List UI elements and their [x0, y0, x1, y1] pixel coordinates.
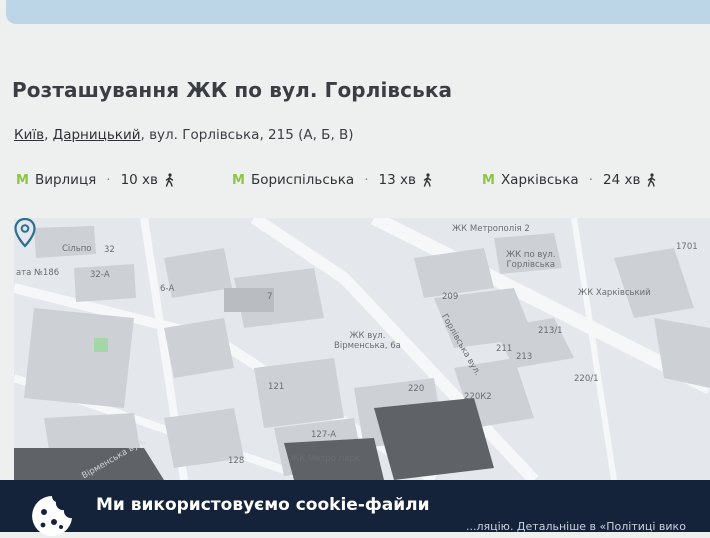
separator-dot: ·	[588, 172, 593, 188]
map-label: 1701	[676, 242, 698, 252]
district-link[interactable]: Дарницький	[53, 127, 141, 143]
cookie-title: Ми використовуємо cookie-файли	[96, 495, 430, 515]
cookie-icon	[32, 496, 72, 536]
map-label: 121	[268, 382, 285, 392]
city-link[interactable]: Київ	[14, 127, 44, 143]
map-label: ата №186	[16, 268, 60, 278]
metro-icon: M	[16, 172, 29, 188]
map-label: 32	[104, 245, 115, 255]
walking-person-icon	[423, 173, 432, 187]
metro-station-kharkivska: M Харківська · 24 хв	[482, 172, 656, 188]
metro-icon: M	[482, 172, 495, 188]
address-separator: ,	[44, 127, 53, 143]
metro-icon: M	[232, 172, 245, 188]
map-label: 213/1	[538, 326, 563, 336]
separator-dot: ·	[364, 172, 369, 188]
map-label: ЖК Метрополія 2	[452, 224, 530, 234]
metro-walk-time: 24 хв	[603, 172, 641, 188]
metro-walk-time: 13 хв	[378, 172, 416, 188]
map-label: ЖК по вул. Горлівська	[506, 250, 556, 270]
map-label: ЖК вул. Вірменська, 6а	[334, 331, 401, 351]
map-label: 220/1	[574, 374, 599, 384]
map-label: 6-А	[160, 284, 175, 294]
map-label: 7	[267, 292, 273, 302]
map-label: 127-А	[311, 430, 337, 440]
separator-dot: ·	[106, 172, 111, 188]
walking-person-icon	[165, 173, 174, 187]
metro-station-name: Харківська	[500, 172, 579, 188]
map-label-silpo: Сільпо	[62, 244, 92, 254]
cookie-policy-link[interactable]: ...ляцію. Детальніше в «Політиці вико	[466, 520, 686, 533]
metro-walk-time: 10 хв	[120, 172, 158, 188]
map-label: ЖК Харківський	[578, 288, 651, 298]
map-label: 213	[516, 352, 533, 362]
walking-person-icon	[648, 173, 656, 187]
map-label: ЖК Метро парк	[290, 454, 361, 464]
map-label: 32-А	[90, 270, 110, 280]
address-line: Київ, Дарницький, вул. Горлівська, 215 (…	[14, 127, 354, 143]
location-pin-icon[interactable]	[14, 218, 36, 248]
location-map[interactable]: Сільпо 32 32-А ата №186 6-А 7 ЖК Метропо…	[14, 218, 710, 480]
metro-station-name: Бориспільська	[250, 172, 355, 188]
metro-station-boryspilska: M Бориспільська · 13 хв	[232, 172, 432, 188]
map-label: 220	[408, 384, 425, 394]
map-label: 211	[496, 344, 513, 354]
metro-station-name: Вирлиця	[34, 172, 97, 188]
map-label: 209	[442, 292, 459, 302]
map-label: 128	[228, 456, 245, 466]
map-label: 220К2	[464, 392, 492, 402]
top-banner	[6, 0, 710, 24]
metro-station-vyrlytsia: M Вирлиця · 10 хв	[16, 172, 174, 188]
street-text: , вул. Горлівська, 215 (А, Б, В)	[140, 127, 354, 143]
page-title: Розташування ЖК по вул. Горлівська	[12, 78, 453, 102]
